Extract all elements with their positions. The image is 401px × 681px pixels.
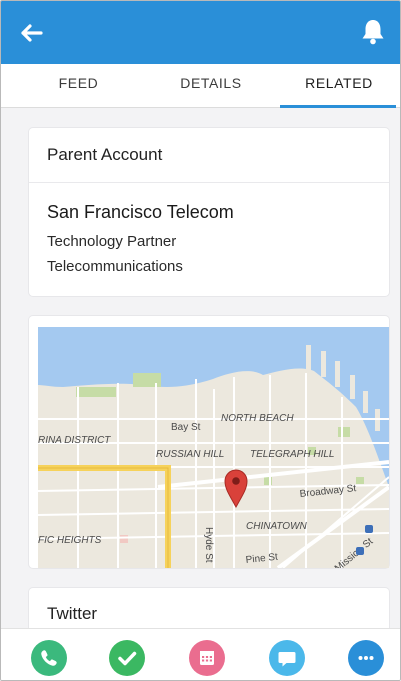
calendar-icon [200, 651, 214, 665]
tab-feed[interactable]: FEED [41, 64, 116, 107]
map-label-russian-hill: RUSSIAN HILL [156, 449, 224, 460]
record-tabs: FEED DETAILS RELATED [1, 64, 400, 108]
back-button[interactable] [19, 21, 53, 45]
new-event-button[interactable] [189, 640, 225, 676]
bell-icon [362, 20, 384, 45]
top-bar [1, 1, 400, 64]
account-industry: Telecommunications [47, 258, 183, 275]
tab-details[interactable]: DETAILS [161, 64, 261, 107]
parent-account-card: Parent Account San Francisco Telecom Tec… [29, 128, 389, 296]
map-label-bay-st: Bay St [171, 422, 201, 433]
chat-bubble-icon [278, 652, 296, 667]
map-label-pacific-heights: FIC HEIGHTS [38, 535, 102, 546]
post-button[interactable] [269, 640, 305, 676]
more-icon [358, 656, 374, 660]
arrow-left-icon [21, 24, 43, 42]
log-task-button[interactable] [109, 640, 145, 676]
map-label-marina-district: RINA DISTRICT [38, 435, 111, 446]
more-actions-button[interactable] [348, 640, 384, 676]
twitter-heading: Twitter [47, 604, 98, 623]
app-frame: FEED DETAILS RELATED Parent Account San … [0, 0, 401, 681]
call-button[interactable] [31, 640, 67, 676]
map-label-telegraph-hill: TELEGRAPH HILL [250, 449, 334, 460]
map-graphic: Bay St NORTH BEACH RINA DISTRICT RUSSIAN… [38, 327, 389, 568]
tab-related[interactable]: RELATED [280, 64, 396, 108]
check-icon [118, 651, 137, 666]
notifications-button[interactable] [360, 17, 386, 47]
location-map[interactable]: Bay St NORTH BEACH RINA DISTRICT RUSSIAN… [38, 327, 389, 568]
phone-icon [41, 650, 57, 666]
map-label-north-beach: NORTH BEACH [221, 413, 294, 424]
map-label-hyde-st: Hyde St [203, 527, 214, 563]
action-bar [1, 628, 400, 680]
map-label-chinatown: CHINATOWN [246, 521, 308, 532]
account-type: Technology Partner [47, 233, 177, 250]
map-card: Bay St NORTH BEACH RINA DISTRICT RUSSIAN… [29, 316, 389, 568]
parent-account-name[interactable]: San Francisco Telecom [47, 202, 234, 223]
parent-account-heading: Parent Account [29, 128, 389, 183]
